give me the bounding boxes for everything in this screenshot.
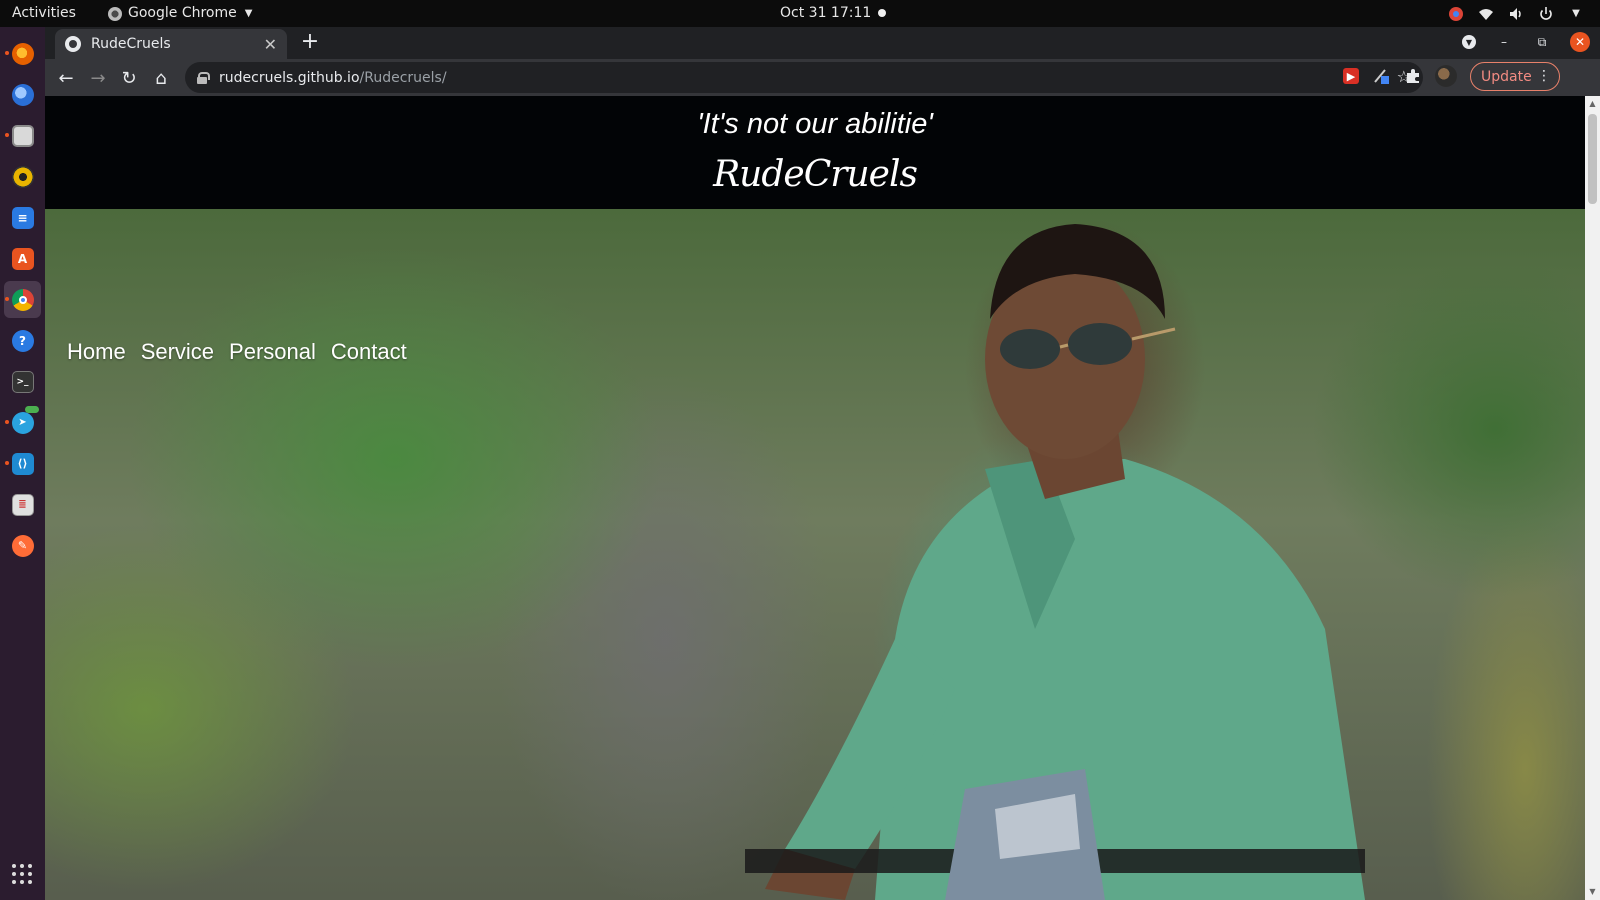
- lock-icon[interactable]: [197, 71, 210, 84]
- libreoffice-writer-icon: ≡: [11, 206, 34, 229]
- running-indicator: [5, 133, 9, 137]
- home-icon[interactable]: ⌂: [148, 65, 174, 91]
- system-menu-chevron-icon[interactable]: ▼: [1568, 6, 1584, 22]
- close-window-icon[interactable]: ✕: [1570, 32, 1590, 52]
- url-path: /Rudecruels/: [359, 69, 447, 86]
- dock: ≡ A ? >_ ➤ ⟨⟩ ≣ ✎: [0, 27, 45, 900]
- tab-title: RudeCruels: [91, 36, 171, 52]
- url-host: rudecruels.github.io: [219, 69, 360, 86]
- page-scrollbar[interactable]: ▲ ▼: [1585, 96, 1600, 900]
- text-editor-icon: ≣: [11, 493, 34, 516]
- extension-pen-icon[interactable]: [1371, 66, 1391, 86]
- unread-badge: [25, 406, 39, 413]
- chrome-app-icon: [108, 6, 122, 21]
- site-logo[interactable]: RudeCruels: [45, 154, 1585, 195]
- forward-arrow-icon[interactable]: →: [85, 65, 111, 91]
- firefox-icon: [11, 42, 34, 65]
- notification-dot-icon: [878, 9, 886, 17]
- power-icon[interactable]: [1538, 6, 1554, 22]
- activities-button[interactable]: Activities: [12, 0, 76, 27]
- clock[interactable]: Oct 31 17:11: [780, 0, 871, 27]
- tab-strip: RudeCruels ✕ + ▼ – ⧉ ✕: [45, 27, 1600, 59]
- running-indicator: [5, 297, 9, 301]
- running-indicator: [5, 51, 9, 55]
- back-arrow-icon[interactable]: ←: [53, 65, 79, 91]
- help-icon: ?: [11, 329, 34, 352]
- chevron-down-icon: ▼: [244, 8, 253, 19]
- gnome-top-bar: Activities Google Chrome ▼ Oct 31 17:11 …: [0, 0, 1600, 27]
- dock-software[interactable]: A: [4, 240, 41, 277]
- telegram-icon: ➤: [11, 411, 34, 434]
- browser-toolbar: ← → ↻ ⌂ rudecruels.github.io/Rudecruels/…: [45, 59, 1600, 96]
- running-indicator: [5, 461, 9, 465]
- terminal-icon: >_: [11, 370, 34, 393]
- vscode-icon: ⟨⟩: [11, 452, 34, 475]
- update-button[interactable]: Update ⋮: [1470, 62, 1560, 91]
- nav-service-link[interactable]: Service: [141, 339, 214, 365]
- update-label: Update: [1481, 68, 1532, 85]
- running-indicator: [5, 420, 9, 424]
- dock-telegram[interactable]: ➤: [4, 404, 41, 441]
- wifi-icon[interactable]: [1478, 6, 1494, 22]
- scroll-thumb[interactable]: [1588, 114, 1597, 204]
- postman-icon: ✎: [11, 534, 34, 557]
- dock-chrome[interactable]: [4, 281, 41, 318]
- dock-postman[interactable]: ✎: [4, 527, 41, 564]
- chrome-window: RudeCruels ✕ + ▼ – ⧉ ✕ ← → ↻ ⌂ rudecruel…: [45, 27, 1600, 900]
- extensions-area: ▶: [1343, 65, 1457, 87]
- software-center-icon: A: [11, 247, 34, 270]
- tab-rudecruels[interactable]: RudeCruels ✕: [55, 29, 287, 59]
- extensions-puzzle-icon[interactable]: [1403, 66, 1423, 86]
- reload-icon[interactable]: ↻: [116, 65, 142, 91]
- dock-text-editor[interactable]: ≣: [4, 486, 41, 523]
- site-tagline: 'It's not our abilitie': [697, 108, 933, 140]
- address-bar[interactable]: rudecruels.github.io/Rudecruels/ ☆: [185, 62, 1423, 93]
- dock-rhythmbox[interactable]: [4, 158, 41, 195]
- tab-close-icon[interactable]: ✕: [264, 35, 277, 54]
- system-tray[interactable]: ▼: [1448, 0, 1584, 27]
- profile-avatar[interactable]: [1435, 65, 1457, 87]
- dock-files[interactable]: [4, 117, 41, 154]
- site-header: 'It's not our abilitie' RudeCruels: [45, 96, 1585, 209]
- site-nav: Home Service Personal Contact: [67, 339, 407, 365]
- tab-search-icon[interactable]: ▼: [1462, 35, 1476, 49]
- nav-contact-link[interactable]: Contact: [331, 339, 407, 365]
- new-tab-button[interactable]: +: [299, 31, 321, 53]
- man-on-motorbike-photo: [745, 224, 1365, 900]
- dock-terminal[interactable]: >_: [4, 363, 41, 400]
- chrome-indicator-icon[interactable]: [1448, 6, 1464, 22]
- chrome-icon: [11, 288, 34, 311]
- thunderbird-icon: [11, 83, 34, 106]
- dock-writer[interactable]: ≡: [4, 199, 41, 236]
- hero-image: Home Service Personal Contact: [45, 209, 1585, 900]
- dock-help[interactable]: ?: [4, 322, 41, 359]
- show-applications-button[interactable]: [10, 862, 34, 886]
- dock-vscode[interactable]: ⟨⟩: [4, 445, 41, 482]
- globe-favicon-icon: [65, 36, 81, 52]
- dock-firefox[interactable]: [4, 35, 41, 72]
- window-controls: ▼ – ⧉ ✕: [1462, 32, 1590, 52]
- app-menu-label: Google Chrome: [128, 5, 237, 21]
- dock-thunderbird[interactable]: [4, 76, 41, 113]
- rhythmbox-icon: [11, 165, 34, 188]
- minimize-icon[interactable]: –: [1494, 32, 1514, 52]
- extension-red-icon[interactable]: ▶: [1343, 68, 1359, 84]
- page-viewport: 'It's not our abilitie' RudeCruels Home …: [45, 96, 1585, 900]
- files-icon: [11, 124, 34, 147]
- more-menu-icon[interactable]: ⋮: [1537, 67, 1551, 85]
- app-menu[interactable]: Google Chrome ▼: [108, 0, 252, 27]
- scroll-down-arrow-icon[interactable]: ▼: [1588, 887, 1597, 897]
- volume-icon[interactable]: [1508, 6, 1524, 22]
- nav-home-link[interactable]: Home: [67, 339, 126, 365]
- restore-icon[interactable]: ⧉: [1532, 32, 1552, 52]
- scroll-up-arrow-icon[interactable]: ▲: [1588, 99, 1597, 109]
- nav-personal-link[interactable]: Personal: [229, 339, 316, 365]
